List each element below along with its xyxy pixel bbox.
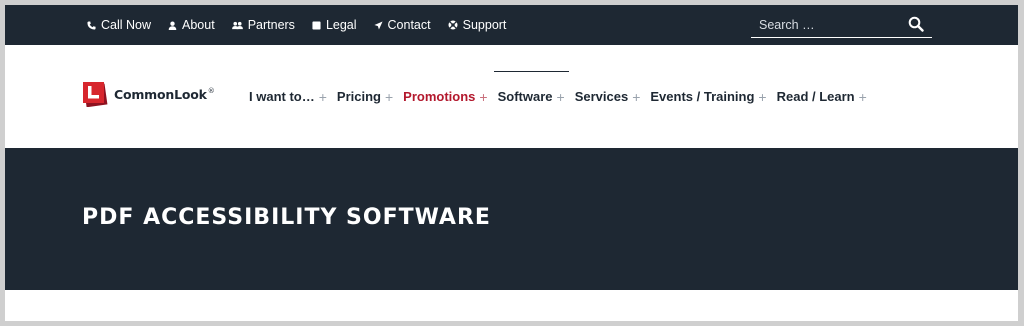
contact-label: Contact xyxy=(387,18,431,32)
search-icon xyxy=(908,16,924,32)
about-label: About xyxy=(182,18,215,32)
expand-plus-icon: + xyxy=(384,88,394,105)
legal-label: Legal xyxy=(325,18,357,32)
send-arrow-icon xyxy=(373,20,383,30)
logo-wordmark: CommonLook® xyxy=(114,86,215,102)
people-icon xyxy=(231,21,243,29)
utility-links: Call Now About Partners Legal Contact Su… xyxy=(87,5,523,45)
nav-item-label: Read / Learn xyxy=(776,89,855,104)
expand-plus-icon: + xyxy=(318,88,327,105)
call-now-link[interactable]: Call Now xyxy=(87,18,151,32)
partners-link[interactable]: Partners xyxy=(231,18,295,32)
about-link[interactable]: About xyxy=(168,18,215,32)
primary-nav: I want to… + Pricing + Promotions + Soft… xyxy=(249,45,877,148)
expand-plus-icon: + xyxy=(858,88,867,105)
main-navbar: CommonLook® I want to… + Pricing + Promo… xyxy=(5,45,1018,148)
legal-link[interactable]: Legal xyxy=(312,18,357,32)
nav-item-i-want-to[interactable]: I want to… + xyxy=(249,89,327,105)
search-input[interactable] xyxy=(759,16,899,34)
nav-item-read-learn[interactable]: Read / Learn + xyxy=(777,89,867,105)
expand-plus-icon: + xyxy=(556,88,565,105)
utility-bar: Call Now About Partners Legal Contact Su… xyxy=(5,5,1018,45)
phone-icon xyxy=(87,20,96,30)
support-label: Support xyxy=(462,18,507,32)
hero-banner: PDF ACCESSIBILITY SOFTWARE xyxy=(5,148,1018,290)
nav-item-label: Services xyxy=(574,89,629,104)
expand-plus-icon: + xyxy=(632,88,641,105)
nav-item-software[interactable]: Software + xyxy=(493,70,569,105)
nav-item-label: Promotions xyxy=(403,89,476,104)
contact-link[interactable]: Contact xyxy=(373,18,431,32)
nav-item-label: Events / Training xyxy=(650,89,755,104)
nav-item-events-training[interactable]: Events / Training + xyxy=(650,89,766,105)
lifebuoy-icon xyxy=(448,20,458,30)
expand-plus-icon: + xyxy=(758,88,767,105)
call-now-label: Call Now xyxy=(101,18,152,32)
nav-item-pricing[interactable]: Pricing + xyxy=(337,89,393,105)
page-frame: Call Now About Partners Legal Contact Su… xyxy=(5,5,1018,321)
nav-item-label: Software xyxy=(497,89,553,104)
commonlook-logo[interactable]: CommonLook® xyxy=(82,81,215,107)
content-area xyxy=(5,290,1018,321)
person-icon xyxy=(168,21,177,30)
nav-item-label: Pricing xyxy=(336,89,381,104)
expand-plus-icon: + xyxy=(479,88,488,105)
partners-label: Partners xyxy=(247,18,295,32)
nav-item-label: I want to… xyxy=(249,89,315,104)
document-icon xyxy=(312,20,321,30)
nav-item-services[interactable]: Services + xyxy=(575,89,641,105)
nav-item-promotions[interactable]: Promotions + xyxy=(403,89,487,105)
page-title: PDF ACCESSIBILITY SOFTWARE xyxy=(82,205,491,230)
search-button[interactable] xyxy=(908,16,926,34)
logo-mark-icon xyxy=(83,82,108,107)
search-box xyxy=(751,14,932,38)
support-link[interactable]: Support xyxy=(448,18,507,32)
